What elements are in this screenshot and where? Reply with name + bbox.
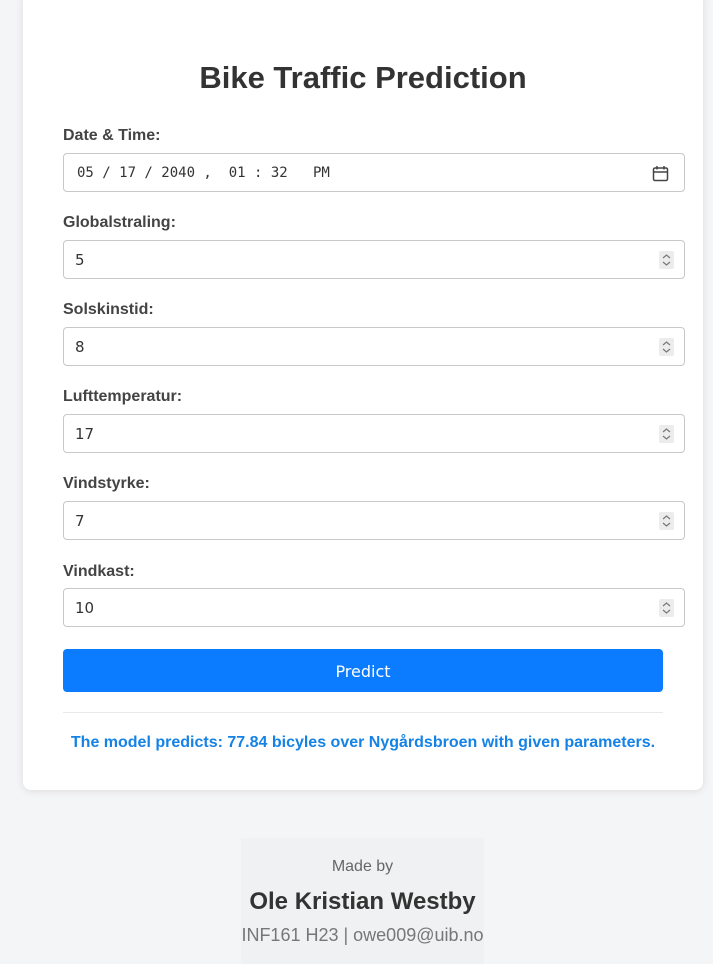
- globalstraling-value: 5: [75, 251, 85, 269]
- number-spinner-icon[interactable]: [659, 251, 674, 269]
- solskinstid-label: Solskinstid:: [63, 301, 154, 318]
- number-spinner-icon[interactable]: [659, 338, 674, 356]
- vindkast-value: 10: [75, 599, 95, 617]
- vindstyrke-value: 7: [75, 512, 85, 530]
- solskinstid-value: 8: [75, 338, 85, 356]
- number-spinner-icon[interactable]: [659, 599, 674, 617]
- predict-button[interactable]: Predict: [63, 649, 663, 692]
- globalstraling-input[interactable]: 5: [63, 240, 685, 279]
- datetime-value: 05 / 17 / 2040 , 01 : 32 PM: [77, 165, 330, 181]
- page-title: Bike Traffic Prediction: [199, 60, 527, 95]
- lufttemperatur-label: Lufttemperatur:: [63, 388, 183, 405]
- divider: [63, 712, 663, 713]
- number-spinner-icon[interactable]: [659, 425, 674, 443]
- lufttemperatur-value: 17: [75, 425, 95, 443]
- prediction-card: Bike Traffic Prediction Date & Time: 05 …: [23, 0, 703, 790]
- solskinstid-input[interactable]: 8: [63, 327, 685, 366]
- vindkast-label: Vindkast:: [63, 563, 135, 580]
- calendar-icon[interactable]: [652, 165, 669, 182]
- datetime-label: Date & Time:: [63, 127, 161, 144]
- lufttemperatur-input[interactable]: 17: [63, 414, 685, 453]
- vindstyrke-input[interactable]: 7: [63, 501, 685, 540]
- prediction-result: The model predicts: 77.84 bicyles over N…: [70, 734, 656, 751]
- datetime-input[interactable]: 05 / 17 / 2040 , 01 : 32 PM: [63, 153, 685, 192]
- vindstyrke-label: Vindstyrke:: [63, 475, 150, 492]
- globalstraling-label: Globalstraling:: [63, 214, 176, 231]
- footer-course-email: INF161 H23 | owe009@uib.no: [241, 925, 484, 945]
- footer-made-by: Made by: [331, 858, 394, 875]
- footer-author-name: Ole Kristian Westby: [249, 888, 476, 915]
- vindkast-input[interactable]: 10: [63, 588, 685, 627]
- number-spinner-icon[interactable]: [659, 512, 674, 530]
- footer: Made by Ole Kristian Westby INF161 H23 |…: [241, 838, 484, 964]
